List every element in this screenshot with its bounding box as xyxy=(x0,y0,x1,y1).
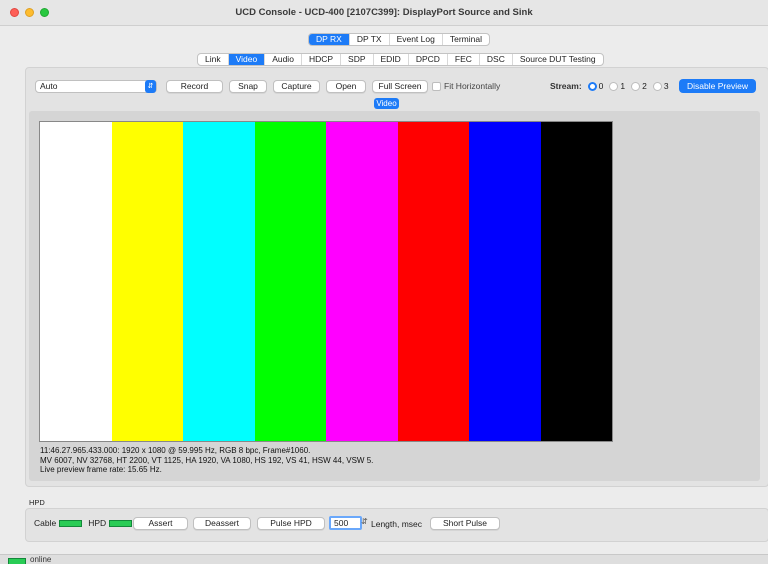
stream-option-label: 3 xyxy=(663,81,669,91)
hpd-status-row: Cable HPD xyxy=(34,518,135,528)
title-bar: UCD Console - UCD-400 [2107C399]: Displa… xyxy=(0,0,768,26)
stream-option-label: 2 xyxy=(642,81,647,91)
full-screen-button[interactable]: Full Screen xyxy=(372,80,428,93)
app-window: UCD Console - UCD-400 [2107C399]: Displa… xyxy=(0,0,768,564)
tab-terminal[interactable]: Terminal xyxy=(443,34,489,45)
short-pulse-button[interactable]: Short Pulse xyxy=(430,517,500,530)
radio-icon[interactable] xyxy=(609,81,619,91)
tab-dp-rx[interactable]: DP RX xyxy=(309,34,350,45)
tab-dp-tx[interactable]: DP TX xyxy=(350,34,390,45)
tab-audio[interactable]: Audio xyxy=(265,54,302,65)
mode-select-value: Auto xyxy=(40,81,58,91)
radio-selected-icon[interactable] xyxy=(587,81,597,91)
stream-option-2[interactable]: 2 xyxy=(631,81,647,91)
tab-edid[interactable]: EDID xyxy=(374,54,409,65)
video-params-line: MV 6007, NV 32768, HT 2200, VT 1125, HA … xyxy=(40,455,374,465)
color-bar-0 xyxy=(40,122,112,441)
chevron-updown-icon: ⇵ xyxy=(145,80,156,93)
tab-dpcd[interactable]: DPCD xyxy=(409,54,448,65)
assert-button[interactable]: Assert xyxy=(133,517,188,530)
pulse-hpd-button[interactable]: Pulse HPD xyxy=(257,517,325,530)
fit-horizontally-toggle[interactable]: Fit Horizontally xyxy=(432,81,500,91)
deassert-button[interactable]: Deassert xyxy=(193,517,251,530)
stream-option-1[interactable]: 1 xyxy=(609,81,625,91)
status-bar xyxy=(0,554,768,564)
snap-button[interactable]: Snap xyxy=(229,80,267,93)
color-bar-4 xyxy=(326,122,398,441)
hpd-label: HPD xyxy=(88,518,107,528)
cable-label: Cable xyxy=(34,518,57,528)
video-preview-color-bars xyxy=(39,121,613,442)
color-bar-1 xyxy=(111,122,183,441)
main-tab-bar: DP RX DP TX Event Log Terminal xyxy=(308,33,490,46)
color-bar-2 xyxy=(183,122,255,441)
color-bar-5 xyxy=(397,122,469,441)
stream-option-label: 1 xyxy=(620,81,626,91)
video-section-label: Video xyxy=(374,98,399,109)
close-window-icon[interactable] xyxy=(10,8,19,17)
tab-fec[interactable]: FEC xyxy=(448,54,480,65)
mode-select[interactable]: Auto ⇵ xyxy=(35,80,157,93)
minimize-window-icon[interactable] xyxy=(25,8,34,17)
hpd-section-title: HPD xyxy=(29,498,45,507)
tab-hdcp[interactable]: HDCP xyxy=(302,54,342,65)
tab-dsc[interactable]: DSC xyxy=(480,54,513,65)
disable-preview-button[interactable]: Disable Preview xyxy=(679,79,756,93)
hpd-status-led-icon xyxy=(109,519,133,527)
stream-selector: Stream: 0 1 2 3 xyxy=(550,81,671,91)
color-bar-3 xyxy=(254,122,326,441)
open-button[interactable]: Open xyxy=(326,80,366,93)
tab-source-dut-testing[interactable]: Source DUT Testing xyxy=(513,54,603,65)
video-timing-line: 11:46.27.965.433.000: 1920 x 1080 @ 59.9… xyxy=(40,446,311,455)
stepper-arrows-icon[interactable]: ⇵ xyxy=(361,517,368,526)
video-info: 11:46.27.965.433.000: 1920 x 1080 @ 59.9… xyxy=(40,446,373,475)
radio-icon[interactable] xyxy=(652,81,662,91)
stream-option-label: 0 xyxy=(598,81,604,91)
window-title: UCD Console - UCD-400 [2107C399]: Displa… xyxy=(235,7,533,18)
cable-status-led-icon xyxy=(59,519,83,527)
capture-button[interactable]: Capture xyxy=(273,80,320,93)
record-button[interactable]: Record xyxy=(166,80,223,93)
tab-event-log[interactable]: Event Log xyxy=(390,34,443,45)
color-bar-6 xyxy=(469,122,541,441)
stream-label: Stream: xyxy=(550,81,582,91)
sub-tab-bar: Link Video Audio HDCP SDP EDID DPCD FEC … xyxy=(197,53,604,66)
window-controls xyxy=(10,8,49,17)
color-bar-7 xyxy=(540,122,612,441)
tab-video[interactable]: Video xyxy=(228,54,266,65)
fit-horizontally-label: Fit Horizontally xyxy=(444,81,501,91)
stream-option-3[interactable]: 3 xyxy=(652,81,669,91)
online-status-led-icon xyxy=(8,558,26,564)
connection-status-text: online xyxy=(30,555,52,564)
pulse-length-input[interactable]: 500 xyxy=(329,516,362,530)
stream-option-0[interactable]: 0 xyxy=(587,81,604,91)
radio-icon[interactable] xyxy=(631,81,641,91)
tab-sdp[interactable]: SDP xyxy=(341,54,374,65)
fit-horizontally-checkbox[interactable] xyxy=(432,81,441,91)
preview-rate-line: Live preview frame rate: 15.65 Hz. xyxy=(40,465,162,474)
pulse-length-label: Length, msec xyxy=(371,519,423,529)
maximize-window-icon[interactable] xyxy=(40,8,49,17)
tab-link[interactable]: Link xyxy=(198,54,229,65)
